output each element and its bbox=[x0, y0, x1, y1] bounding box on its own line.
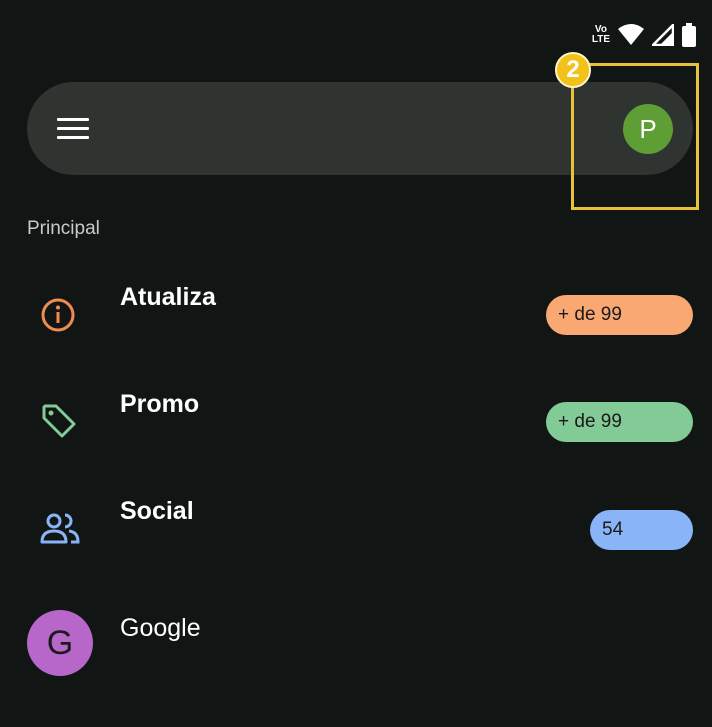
section-title: Principal bbox=[27, 218, 100, 239]
tag-icon bbox=[40, 402, 80, 442]
category-row-updates[interactable]: Atualiza + de 99 bbox=[0, 283, 712, 373]
sender-avatar-letter: G bbox=[46, 623, 74, 662]
category-label: Atualiza bbox=[120, 283, 216, 311]
category-row-promotions[interactable]: Promo + de 99 bbox=[0, 390, 712, 480]
volte-indicator: Vo LTE bbox=[592, 25, 610, 45]
wifi-icon bbox=[618, 24, 644, 46]
volte-line2: LTE bbox=[591, 34, 610, 45]
status-bar: Vo LTE bbox=[592, 20, 696, 50]
menu-icon[interactable] bbox=[57, 118, 89, 140]
category-row-social[interactable]: Social 54 bbox=[0, 497, 712, 587]
battery-icon bbox=[682, 23, 696, 47]
highlight-box bbox=[571, 63, 699, 210]
unread-count-badge: + de 99 bbox=[546, 402, 693, 442]
people-icon bbox=[40, 512, 80, 552]
info-icon bbox=[40, 297, 80, 337]
signal-icon bbox=[652, 24, 674, 46]
step-badge: 2 bbox=[555, 52, 591, 88]
category-label: Social bbox=[120, 497, 194, 525]
sender-avatar[interactable]: G bbox=[27, 610, 93, 676]
step-number: 2 bbox=[566, 56, 580, 83]
category-label: Promo bbox=[120, 390, 200, 418]
unread-count-badge: 54 bbox=[590, 510, 693, 550]
sender-name[interactable]: Google bbox=[120, 614, 201, 643]
unread-count-badge: + de 99 bbox=[546, 295, 693, 335]
